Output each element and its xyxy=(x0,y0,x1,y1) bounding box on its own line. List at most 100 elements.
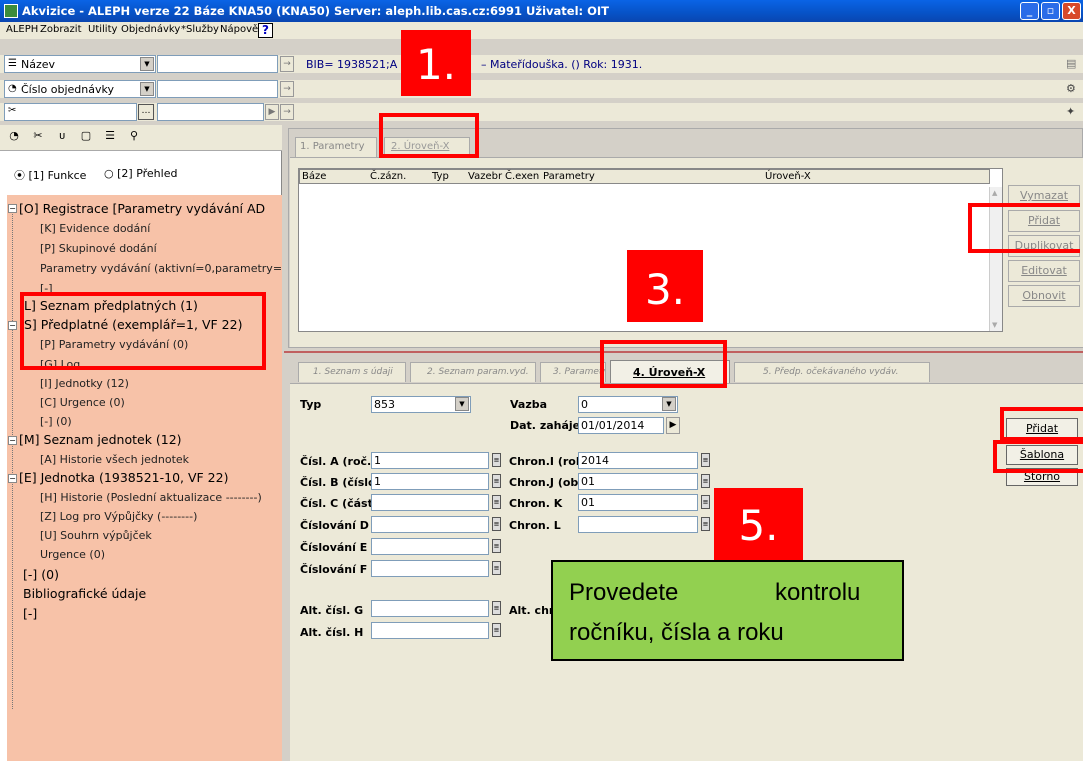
collapse-icon[interactable]: − xyxy=(8,474,17,483)
tree-item[interactable]: [-] xyxy=(23,606,37,621)
binoculars-icon[interactable]: ⚲ xyxy=(126,129,142,147)
chron-j-input[interactable]: 01 xyxy=(578,473,698,490)
tree-item[interactable]: [I] Jednotky (12) xyxy=(40,377,129,390)
menu-aleph[interactable]: ALEPH xyxy=(6,24,38,35)
panel-icon[interactable]: ▤ xyxy=(1066,57,1076,70)
help-icon[interactable]: ? xyxy=(258,23,273,38)
callout-note: Provedete kontrolu ročníku, čísla a roku xyxy=(551,560,904,661)
list-icon[interactable]: ≡ xyxy=(492,517,501,531)
tree-item[interactable]: [K] Evidence dodání xyxy=(40,222,150,235)
collapse-icon[interactable]: − xyxy=(8,321,17,330)
tab-seznam-param[interactable]: 2. Seznam param.vyd. xyxy=(410,362,536,382)
tree-item[interactable]: Parametry vydávání (aktivní=0,parametry= xyxy=(40,262,282,275)
collapse-icon[interactable]: − xyxy=(8,436,17,445)
obnovit-button[interactable]: Obnovit xyxy=(1008,285,1080,307)
search-input[interactable] xyxy=(157,55,278,73)
chevron-up-icon[interactable]: ▲ xyxy=(992,189,997,197)
tree-item[interactable]: [-] (0) xyxy=(23,567,59,582)
browse-button[interactable]: … xyxy=(138,104,154,120)
list-icon[interactable]: ≡ xyxy=(492,561,501,575)
list-icon[interactable]: ≡ xyxy=(492,623,501,637)
cup-icon[interactable]: ᴜ xyxy=(54,129,70,147)
settings-icon[interactable]: ⚙ xyxy=(1066,82,1076,95)
chevron-down-icon[interactable]: ▼ xyxy=(662,397,676,411)
vazba-select[interactable]: 0 ▼ xyxy=(578,396,678,413)
list-icon[interactable]: ≡ xyxy=(701,453,710,467)
menu-sluzby[interactable]: *Služby xyxy=(181,24,219,35)
chevron-down-icon[interactable]: ▼ xyxy=(455,397,469,411)
order-icon[interactable]: ◔ xyxy=(6,129,22,147)
list-icon[interactable]: ☰ xyxy=(102,129,118,147)
tree-item[interactable]: [A] Historie všech jednotek xyxy=(40,453,189,466)
menu-utility[interactable]: Utility xyxy=(88,24,117,35)
order-icon: ◔ xyxy=(8,83,17,94)
order-field-select[interactable]: ◔ Číslo objednávky ▼ xyxy=(4,80,156,98)
maximize-button[interactable]: ▫ xyxy=(1041,2,1060,20)
dat-input[interactable]: 01/01/2014 xyxy=(578,417,664,434)
play-icon[interactable]: ▶ xyxy=(666,417,680,434)
tree-item[interactable]: [H] Historie (Poslední aktualizace -----… xyxy=(40,491,262,504)
tab-seznam-udaji[interactable]: 1. Seznam s údaji xyxy=(298,362,406,382)
chron-i-input[interactable]: 2014 xyxy=(578,452,698,469)
tree-item[interactable]: [O] Registrace [Parametry vydávání AD xyxy=(19,201,265,216)
tool-icon[interactable]: ✦ xyxy=(1066,105,1075,118)
editovat-button[interactable]: Editovat xyxy=(1008,260,1080,282)
list-icon[interactable]: ≡ xyxy=(701,517,710,531)
chron-k-input[interactable]: 01 xyxy=(578,494,698,511)
tree-item[interactable]: [U] Souhrn výpůjček xyxy=(40,529,152,542)
tree-item[interactable]: [Z] Log pro Výpůjčky (--------) xyxy=(40,510,197,523)
play-icon[interactable]: ▶ xyxy=(265,104,279,120)
minimize-button[interactable]: _ xyxy=(1020,2,1039,20)
typ-select[interactable]: 853 ▼ xyxy=(371,396,471,413)
alt-g-input[interactable] xyxy=(371,600,489,617)
window-titlebar: Akvizice - ALEPH verze 22 Báze KNA50 (KN… xyxy=(0,0,1083,22)
collapse-icon[interactable]: − xyxy=(8,204,17,213)
alt-g-label: Alt. čísl. G xyxy=(300,604,364,617)
window-title: Akvizice - ALEPH verze 22 Báze KNA50 (KN… xyxy=(22,4,610,18)
menu-zobrazit[interactable]: Zobrazit xyxy=(40,24,82,35)
tree-item[interactable]: [E] Jednotka (1938521-10, VF 22) xyxy=(19,470,228,485)
list-icon[interactable]: ≡ xyxy=(492,539,501,553)
chron-l-input[interactable] xyxy=(578,516,698,533)
tree-item[interactable]: Bibliografické údaje xyxy=(23,586,146,601)
order-input[interactable] xyxy=(157,80,278,98)
tab-parametry[interactable]: 1. Parametry xyxy=(295,137,377,159)
list-icon[interactable]: ≡ xyxy=(492,453,501,467)
list-icon[interactable]: ≡ xyxy=(701,474,710,488)
alt-h-input[interactable] xyxy=(371,622,489,639)
menu-objednavky[interactable]: Objednávky xyxy=(121,24,180,35)
go-arrow-icon[interactable]: → xyxy=(280,81,294,97)
cislovani-d-input[interactable] xyxy=(371,516,489,533)
box-icon[interactable]: ▢ xyxy=(78,129,94,147)
cisl-b-input[interactable]: 1 xyxy=(371,473,489,490)
extra-input[interactable] xyxy=(157,103,264,121)
chevron-down-icon[interactable]: ▼ xyxy=(992,321,997,329)
cisl-c-input[interactable] xyxy=(371,494,489,511)
list-icon[interactable]: ≡ xyxy=(492,474,501,488)
radio-prehled[interactable]: ○ [2] Přehled xyxy=(104,167,177,180)
close-button[interactable]: X xyxy=(1062,2,1081,20)
search-field-select[interactable]: ☰ Název ▼ xyxy=(4,55,156,73)
go-arrow-icon[interactable]: → xyxy=(280,104,294,120)
tree-item[interactable]: [P] Skupinové dodání xyxy=(40,242,157,255)
highlight-subscription xyxy=(20,292,266,370)
tree-item[interactable]: Urgence (0) xyxy=(40,548,105,561)
list-icon[interactable]: ≡ xyxy=(701,495,710,509)
go-arrow-icon[interactable]: → xyxy=(280,56,294,72)
tab-parametr[interactable]: 3. Parametr xyxy=(540,362,606,382)
chevron-down-icon[interactable]: ▼ xyxy=(140,82,154,96)
list-icon: ☰ xyxy=(8,58,17,69)
icon-input[interactable]: ✂ xyxy=(4,103,137,121)
tab-predp[interactable]: 5. Předp. očekávaného vydáv. xyxy=(734,362,930,382)
cislovani-f-input[interactable] xyxy=(371,560,489,577)
radio-funkce[interactable]: ⦿ [1] Funkce xyxy=(14,167,86,183)
tree-item[interactable]: [C] Urgence (0) xyxy=(40,396,125,409)
cislovani-e-input[interactable] xyxy=(371,538,489,555)
tree-item[interactable]: [M] Seznam jednotek (12) xyxy=(19,432,182,447)
tree-item[interactable]: [-] (0) xyxy=(40,415,72,428)
list-icon[interactable]: ≡ xyxy=(492,495,501,509)
cisl-a-input[interactable]: 1 xyxy=(371,452,489,469)
list-icon[interactable]: ≡ xyxy=(492,601,501,615)
scissors-icon[interactable]: ✂ xyxy=(30,129,46,147)
chevron-down-icon[interactable]: ▼ xyxy=(140,57,154,71)
